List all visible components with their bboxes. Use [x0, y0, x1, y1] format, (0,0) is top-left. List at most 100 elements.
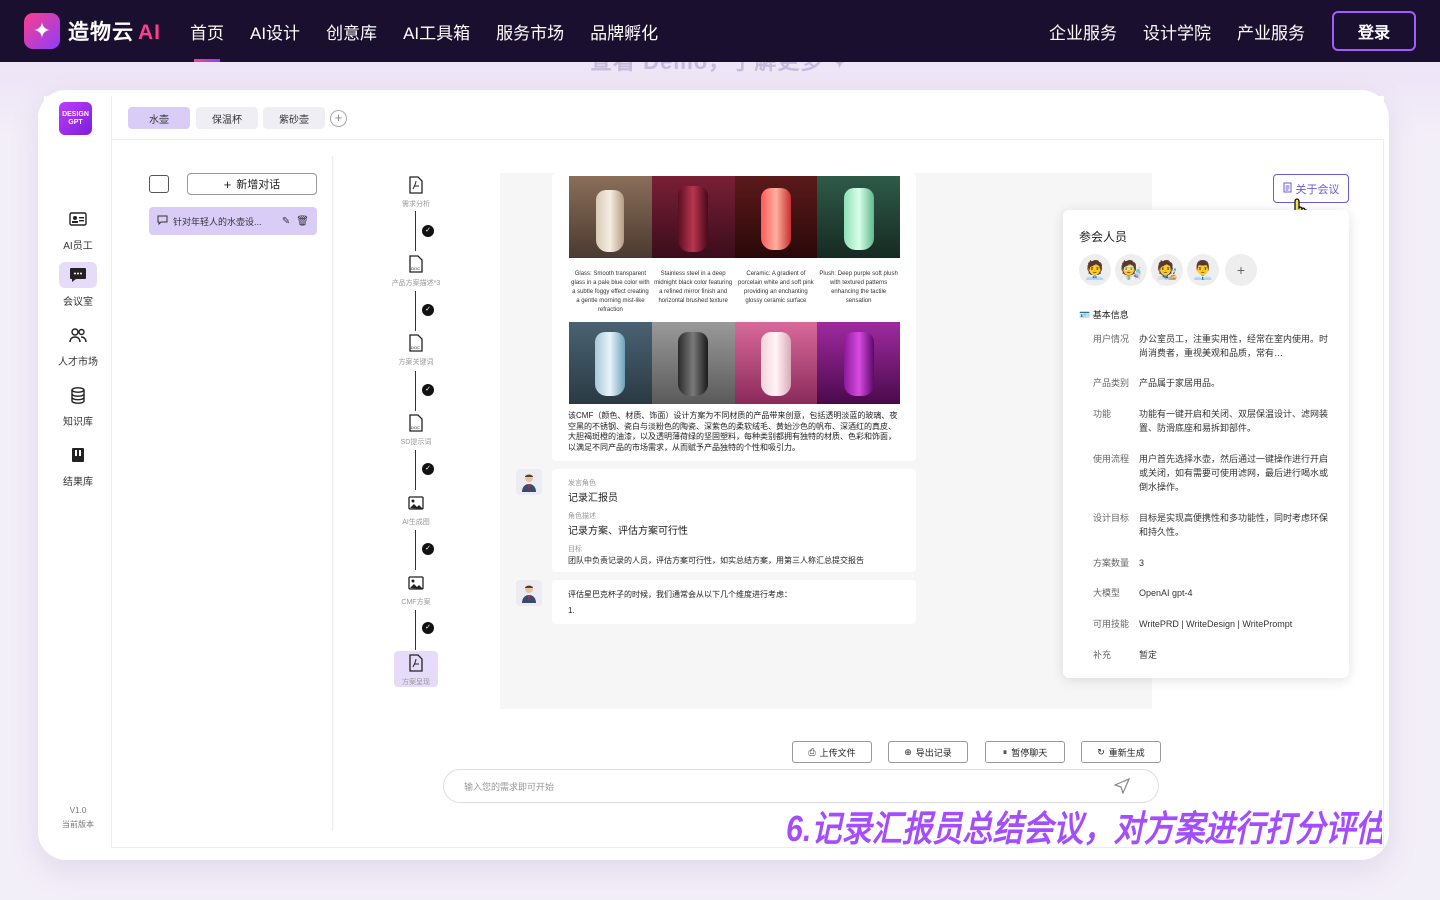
add-tab-button[interactable]: +	[330, 110, 347, 127]
caption-steel: Stainless steel in a deep midnight black…	[654, 271, 733, 304]
version-info: V1.0 当前版本	[44, 804, 112, 832]
step-presentation[interactable]: 方案呈现	[394, 651, 438, 687]
step-keywords[interactable]: DOC 方案关键词	[384, 334, 448, 367]
left-rail: DESIGN GPT AI员工 会议室 人才市场 知识库 结果库 V1.0 当前…	[44, 96, 112, 848]
step-label: AI生成图	[402, 519, 430, 526]
nav-industry[interactable]: 产业服务	[1237, 0, 1305, 62]
top-navigation: ✦ 造物云 AI 首页 AI设计 创意库 AI工具箱 服务市场 品牌孵化 企业服务…	[0, 0, 1440, 62]
nav-idea-library[interactable]: 创意库	[326, 0, 377, 62]
info-card-icon: 🪪	[1079, 310, 1091, 320]
check-icon: ✓	[422, 543, 434, 555]
nav-home[interactable]: 首页	[190, 0, 224, 62]
check-icon: ✓	[422, 225, 434, 237]
nav-enterprise[interactable]: 企业服务	[1049, 0, 1117, 62]
nav-ai-toolbox[interactable]: AI工具箱	[403, 0, 470, 62]
conversation-panel: + 新增对话 针对年轻人的水壶设... ✎ 🗑	[128, 156, 333, 831]
role-value: 记录汇报员	[568, 493, 618, 504]
participant-avatar[interactable]: 👨‍💼	[1187, 254, 1219, 286]
render-image	[817, 176, 900, 258]
render-image	[569, 176, 652, 258]
step-product-description[interactable]: DOC 产品方案描述*3	[384, 255, 448, 288]
check-icon: ✓	[422, 384, 434, 396]
rail-label: 知识库	[63, 417, 93, 428]
add-participant-button[interactable]: +	[1225, 254, 1257, 286]
delete-icon[interactable]: 🗑	[296, 216, 309, 227]
info-row: 产品类别 产品属于家居用品。	[1093, 378, 1221, 388]
edit-icon[interactable]: ✎	[282, 216, 290, 227]
nav-academy[interactable]: 设计学院	[1143, 0, 1211, 62]
send-icon[interactable]	[1113, 777, 1131, 796]
refresh-icon: ↻	[1097, 746, 1105, 757]
check-icon: ✓	[422, 304, 434, 316]
participant-avatar[interactable]: 🧑‍💼	[1079, 254, 1111, 286]
nav-brand-incubation[interactable]: 品牌孵化	[590, 0, 658, 62]
step-label: 方案关键词	[398, 359, 434, 366]
participant-avatar[interactable]: 🧑‍🎨	[1151, 254, 1183, 286]
step-connector	[415, 610, 416, 650]
nav-ai-design[interactable]: AI设计	[250, 0, 300, 62]
info-row: 功能 功能有一键开启和关闭、双层保温设计、滤网装置、防滑底座和易拆卸部件。	[1093, 409, 1329, 433]
nav-service-market[interactable]: 服务市场	[496, 0, 564, 62]
step-ai-images[interactable]: AI生成图	[384, 494, 448, 527]
goal-value: 团队中负责记录的人员，评估方案可行性，如实总结方案，用第三人称汇总提交报告	[568, 556, 864, 565]
material-captions: Glass: Smooth transparent glass in a pal…	[569, 270, 900, 315]
brand-logo[interactable]: ✦ 造物云 AI	[24, 13, 161, 49]
step-caption: 6.记录汇报员总结会议，对方案进行打分评估	[786, 808, 1382, 848]
message-line: 1.	[568, 606, 575, 615]
id-card-icon	[59, 206, 97, 232]
info-row: 大模型 OpenAI gpt-4	[1093, 588, 1193, 598]
rail-result-library[interactable]: 结果库	[44, 442, 112, 488]
rail-meeting-room[interactable]: 会议室	[44, 262, 112, 308]
tab-kettle[interactable]: 水壶	[128, 107, 190, 129]
info-row: 可用技能 WritePRD | WriteDesign | WritePrompt	[1093, 619, 1293, 629]
doc-file-icon: DOC	[409, 414, 423, 432]
meeting-info-panel: 参会人员 🧑‍💼 🧑‍🔬 🧑‍🎨 👨‍💼 + 🪪 基本信息 用户情况 办公室员工，…	[1063, 210, 1349, 678]
check-icon: ✓	[422, 463, 434, 475]
step-sd-prompt[interactable]: DOC SD提示词	[384, 414, 448, 447]
upload-file-button[interactable]: ⎙ 上传文件	[792, 741, 872, 763]
step-label: SD提示词	[400, 439, 432, 446]
step-connector	[415, 450, 416, 490]
participant-avatar[interactable]: 🧑‍🔬	[1115, 254, 1147, 286]
image-icon	[408, 496, 424, 510]
rail-talent-market[interactable]: 人才市场	[44, 322, 112, 368]
chat-input-placeholder: 输入您的需求即可开始	[464, 781, 555, 792]
step-cmf-plan[interactable]: CMF方案	[384, 574, 448, 607]
message-card	[552, 580, 916, 624]
brand-name: 造物云	[68, 21, 134, 44]
tab-thermos[interactable]: 保温杯	[196, 107, 258, 129]
tabs-bar: 水壶 保温杯 紫砂壶 +	[112, 96, 1384, 140]
rail-label: 会议室	[63, 297, 93, 308]
render-image	[651, 322, 735, 404]
login-button[interactable]: 登录	[1332, 11, 1416, 51]
sparkle-logo-icon: ✦	[24, 13, 60, 49]
rail-ai-staff[interactable]: AI员工	[44, 206, 112, 252]
rail-label: 结果库	[63, 477, 93, 488]
render-image	[569, 322, 652, 404]
step-connector	[415, 371, 416, 411]
upload-icon: ⎙	[808, 746, 816, 757]
image-icon	[408, 576, 424, 590]
chat-input[interactable]: 输入您的需求即可开始	[443, 769, 1159, 803]
rail-label: AI员工	[63, 241, 93, 252]
conversation-item[interactable]: 针对年轻人的水壶设... ✎ 🗑	[149, 207, 317, 235]
tab-clay-teapot[interactable]: 紫砂壶	[263, 107, 325, 129]
pause-chat-button[interactable]: ⏸ 暂停聊天	[985, 741, 1065, 763]
step-connector	[415, 291, 416, 331]
svg-text:DOC: DOC	[411, 266, 420, 271]
step-connector	[415, 530, 416, 570]
regenerate-button[interactable]: ↻ 重新生成	[1081, 741, 1161, 763]
rail-label: 人才市场	[58, 357, 98, 368]
about-meeting-button[interactable]: 关于会议	[1273, 174, 1349, 203]
avatar	[516, 469, 542, 495]
people-icon	[59, 322, 97, 348]
sidebar-toggle-icon[interactable]	[149, 175, 169, 193]
step-requirement-analysis[interactable]: 需求分析	[384, 176, 448, 209]
design-gpt-logo: DESIGN GPT	[59, 102, 92, 135]
step-label: 方案呈现	[402, 679, 430, 686]
pdf-file-icon	[409, 654, 423, 672]
export-record-button[interactable]: ⊕ 导出记录	[888, 741, 968, 763]
rail-knowledge-base[interactable]: 知识库	[44, 382, 112, 428]
step-connector	[415, 211, 416, 251]
new-conversation-button[interactable]: + 新增对话	[187, 173, 317, 195]
